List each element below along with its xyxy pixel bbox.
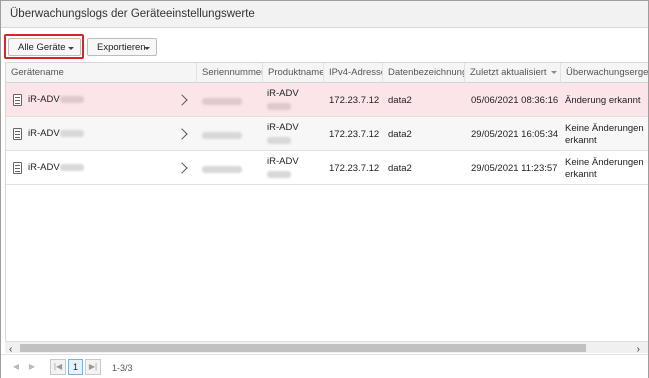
redacted-serial-number	[202, 166, 242, 173]
monitoring-result: Änderung erkannt	[565, 95, 641, 106]
next-page-icon[interactable]: ▶	[25, 360, 39, 374]
ipv4-address: 172.23.7.12	[329, 163, 380, 174]
export-label: Exportieren	[97, 41, 146, 53]
redacted-product-suffix	[267, 103, 291, 110]
product-name: iR-ADV	[267, 156, 299, 167]
redacted-serial-number	[202, 132, 242, 139]
redacted-device-suffix	[60, 130, 84, 137]
ipv4-address: 172.23.7.12	[329, 129, 380, 140]
dialog-window: Überwachungslogs der Geräteeinstellungsw…	[0, 0, 649, 378]
horizontal-scrollbar[interactable]: ‹ ›	[5, 341, 648, 355]
column-header-monitoring-result[interactable]: Überwachungsergebnis	[561, 63, 648, 83]
window-title: Überwachungslogs der Geräteeinstellungsw…	[10, 8, 255, 20]
printer-icon	[13, 128, 22, 140]
column-header-product-name[interactable]: Produktname	[263, 63, 324, 83]
data-name: data2	[388, 129, 412, 140]
device-name: iR-ADV	[28, 128, 60, 139]
ipv4-address: 172.23.7.12	[329, 95, 380, 106]
table-row[interactable]: iR-ADV iR-ADV 172.23.7.12 data2 05/06/20…	[6, 83, 648, 117]
last-updated: 29/05/2021 11:23:57	[471, 163, 558, 174]
chevron-right-icon[interactable]	[176, 162, 188, 174]
product-name: iR-ADV	[267, 88, 299, 99]
table-row[interactable]: iR-ADV iR-ADV 172.23.7.12 data2 29/05/20…	[6, 117, 648, 151]
column-header-ipv4[interactable]: IPv4-Adresse	[324, 63, 383, 83]
monitoring-result-line2: erkannt	[565, 169, 597, 180]
page-range-info: 1-3/3	[112, 363, 133, 373]
scrollbar-thumb[interactable]	[20, 344, 586, 352]
data-name: data2	[388, 95, 412, 106]
last-page-button[interactable]: ▶|	[85, 359, 101, 375]
redacted-product-suffix	[267, 137, 291, 144]
monitoring-result-line2: erkannt	[565, 135, 597, 146]
current-page-button[interactable]: 1	[68, 359, 83, 375]
log-table: Gerätename Seriennummer Produktname IPv4…	[5, 62, 648, 341]
column-header-serial-number[interactable]: Seriennummer	[197, 63, 263, 83]
column-header-last-updated[interactable]: Zuletzt aktualisiert	[465, 63, 561, 83]
monitoring-result-line1: Keine Änderungen	[565, 157, 644, 168]
product-name: iR-ADV	[267, 122, 299, 133]
column-header-data-name[interactable]: Datenbezeichnung	[383, 63, 465, 83]
chevron-right-icon[interactable]	[176, 128, 188, 140]
chevron-down-icon	[144, 47, 150, 50]
title-bar: Überwachungslogs der Geräteeinstellungsw…	[1, 1, 648, 28]
redacted-device-suffix	[60, 96, 84, 103]
chevron-down-icon	[68, 47, 74, 50]
printer-icon	[13, 94, 22, 106]
redacted-device-suffix	[60, 164, 84, 171]
first-page-button[interactable]: |◀	[50, 359, 66, 375]
all-devices-dropdown[interactable]: Alle Geräte	[8, 38, 81, 56]
chevron-right-icon[interactable]	[176, 94, 188, 106]
toolbar: Alle Geräte Exportieren	[1, 29, 648, 62]
redacted-serial-number	[202, 98, 242, 105]
last-updated: 29/05/2021 16:05:34	[471, 129, 559, 140]
data-name: data2	[388, 163, 412, 174]
redacted-product-suffix	[267, 171, 291, 178]
pagination: ◀ ▶ |◀ 1 ▶| 1-3/3	[1, 354, 648, 378]
table-row[interactable]: iR-ADV iR-ADV 172.23.7.12 data2 29/05/20…	[6, 151, 648, 185]
device-name: iR-ADV	[28, 94, 60, 105]
device-name: iR-ADV	[28, 162, 60, 173]
printer-icon	[13, 162, 22, 174]
sort-desc-icon	[550, 70, 557, 74]
column-header-device-name[interactable]: Gerätename	[6, 63, 197, 83]
last-updated: 05/06/2021 08:36:16	[471, 95, 559, 106]
monitoring-result-line1: Keine Änderungen	[565, 123, 644, 134]
export-dropdown[interactable]: Exportieren	[87, 38, 157, 56]
prev-page-icon[interactable]: ◀	[9, 360, 23, 374]
all-devices-label: Alle Geräte	[18, 41, 66, 53]
